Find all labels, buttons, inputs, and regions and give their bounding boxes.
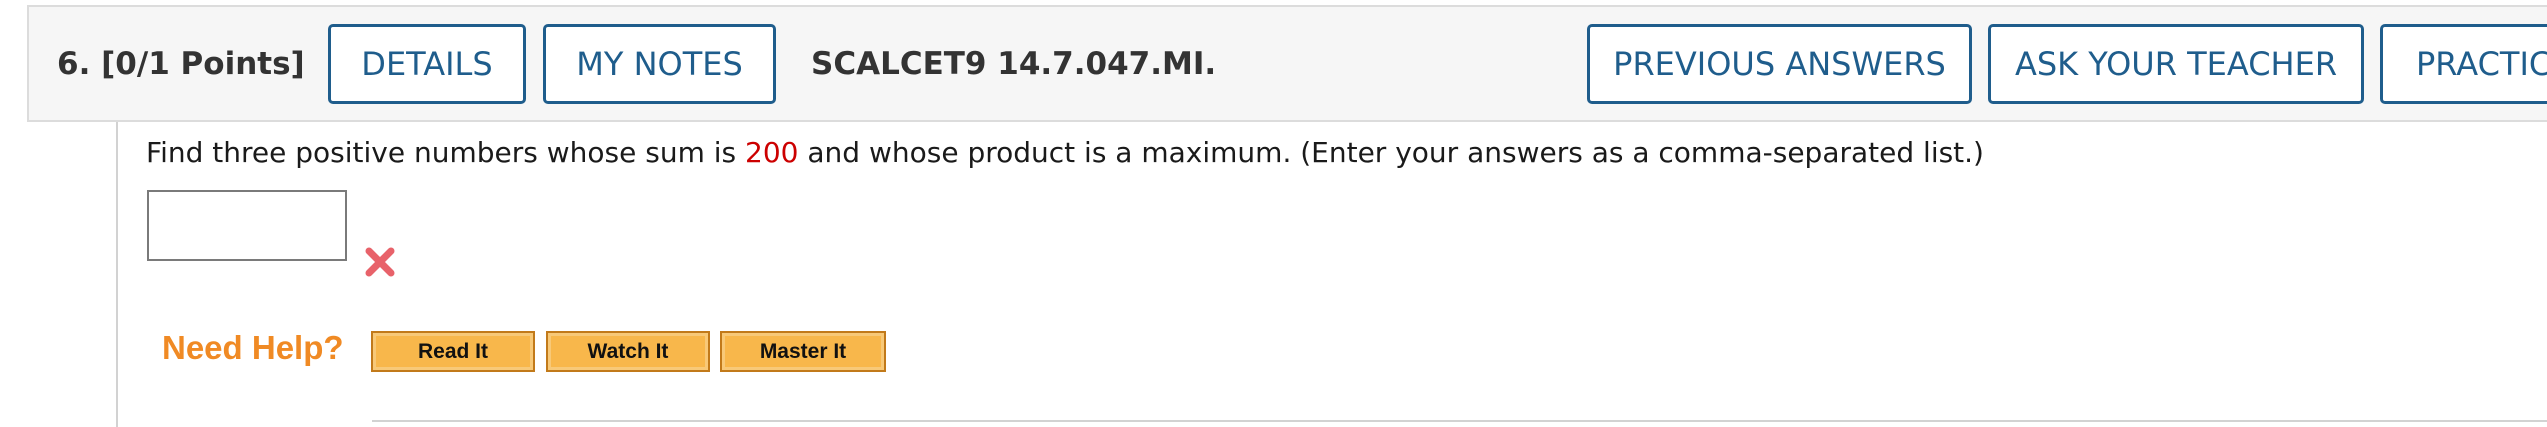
answer-input[interactable] bbox=[147, 190, 347, 261]
question-code: SCALCET9 14.7.047.MI. bbox=[811, 46, 1217, 82]
incorrect-x-icon bbox=[365, 247, 395, 277]
my-notes-button[interactable]: MY NOTES bbox=[543, 24, 776, 104]
question-prompt: Find three positive numbers whose sum is… bbox=[146, 136, 1984, 169]
help-panel-top-border bbox=[372, 420, 2547, 422]
watch-it-button[interactable]: Watch It bbox=[546, 331, 710, 372]
prompt-highlight-value: 200 bbox=[745, 136, 799, 169]
prompt-text-after: and whose product is a maximum. (Enter y… bbox=[798, 136, 1984, 169]
details-button[interactable]: DETAILS bbox=[328, 24, 526, 104]
practice-another-button[interactable]: PRACTICE ANOTHER bbox=[2380, 24, 2547, 104]
ask-your-teacher-button[interactable]: ASK YOUR TEACHER bbox=[1988, 24, 2364, 104]
previous-answers-button[interactable]: PREVIOUS ANSWERS bbox=[1587, 24, 1972, 104]
prompt-text-before: Find three positive numbers whose sum is bbox=[146, 136, 746, 169]
question-page: 6. [0/1 Points] DETAILS MY NOTES SCALCET… bbox=[0, 0, 2547, 427]
need-help-label: Need Help? bbox=[162, 329, 344, 366]
question-number-points: 6. [0/1 Points] bbox=[57, 46, 305, 82]
master-it-button[interactable]: Master It bbox=[720, 331, 886, 372]
read-it-button[interactable]: Read It bbox=[371, 331, 535, 372]
